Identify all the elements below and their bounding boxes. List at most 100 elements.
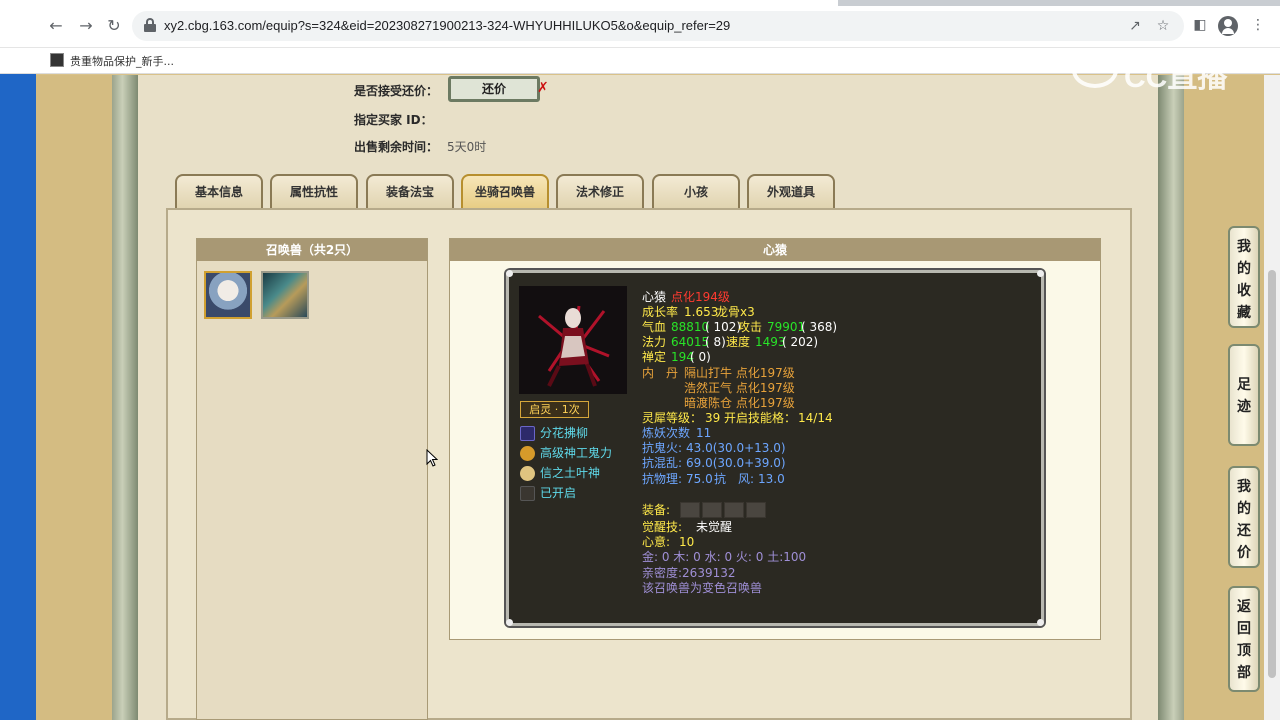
lingxi-level: 39 <box>705 411 721 425</box>
tab-attributes[interactable]: 属性抗性 <box>270 174 358 208</box>
footprint-button[interactable]: 足 迹 <box>1228 344 1260 446</box>
reload-icon[interactable]: ↻ <box>104 16 124 36</box>
side-button-char: 价 <box>1237 545 1251 561</box>
summon-list-panel: 召唤兽（共2只） <box>196 238 428 720</box>
remaining-time-label: 出售剩余时间： <box>354 140 439 154</box>
share-icon[interactable]: ↗ <box>1126 17 1144 35</box>
tab-spell-correction[interactable]: 法术修正 <box>556 174 644 208</box>
speed-value: 1493 <box>755 335 786 349</box>
attack-label: 攻击 <box>738 320 763 334</box>
spirit-tag: 启灵 · 1次 <box>520 401 589 418</box>
tab-appearance[interactable]: 外观道具 <box>747 174 835 208</box>
card-corner-ornament <box>506 619 513 626</box>
equip-slot[interactable] <box>702 502 722 518</box>
tab-children[interactable]: 小孩 <box>652 174 740 208</box>
summon-thumbnail-2[interactable] <box>261 271 309 319</box>
neidan-entry: 暗渡陈仓 点化197级 <box>684 396 795 410</box>
side-button-char: 收 <box>1237 283 1251 299</box>
mana-value: 64015 <box>671 335 710 349</box>
growth-value: 1.653 <box>684 305 719 319</box>
side-button-char: 的 <box>1237 501 1251 517</box>
url-text[interactable]: xy2.cbg.163.com/equip?s=324&eid=20230827… <box>164 18 730 33</box>
skill-slots-value: 14/14 <box>798 411 833 425</box>
skill-label[interactable]: 信之土叶神 <box>540 466 600 481</box>
bookmark-favicon-icon[interactable] <box>50 53 64 67</box>
skill-icon-purple[interactable] <box>520 426 535 441</box>
neidan-entry: 隔山打牛 点化197级 <box>684 366 795 380</box>
lingxi-label: 灵犀等级： <box>642 411 703 425</box>
sidebar-panel-icon[interactable]: ◧ <box>1190 15 1210 35</box>
growth-label: 成长率 <box>642 305 679 319</box>
refine-value: 11 <box>696 426 712 440</box>
counter-offer-button[interactable]: 还价 <box>448 76 540 102</box>
resist-chaos-value: 69.0(30.0+39.0) <box>686 456 786 470</box>
scrollbar-thumb[interactable] <box>1268 270 1276 678</box>
zen-label: 禅定 <box>642 350 667 364</box>
page-scrollbar[interactable] <box>1264 75 1280 720</box>
hp-extra: ( 102) <box>705 320 742 334</box>
side-button-char: 足 <box>1237 377 1251 393</box>
skill-icon-yellow[interactable] <box>520 466 535 481</box>
hp-label: 气血 <box>642 320 667 334</box>
summon-thumbnail-1[interactable] <box>204 271 252 319</box>
awaken-skill-label: 觉醒技: <box>642 520 683 534</box>
attack-extra: ( 368) <box>801 320 838 334</box>
card-corner-ornament <box>1037 619 1044 626</box>
skill-label[interactable]: 分花拂柳 <box>540 426 588 441</box>
tab-basic-info[interactable]: 基本信息 <box>175 174 263 208</box>
neidan-label: 内 丹 <box>642 366 679 380</box>
address-bar[interactable]: xy2.cbg.163.com/equip?s=324&eid=20230827… <box>132 11 1184 41</box>
back-to-top-button[interactable]: 返 回 顶 部 <box>1228 586 1260 692</box>
inactive-tab[interactable] <box>838 0 1280 6</box>
variant-note: 该召唤兽为变色召唤兽 <box>642 581 763 595</box>
heart-label: 心意: <box>642 535 671 549</box>
lock-icon[interactable] <box>144 18 156 32</box>
browser-toolbar: ← → ↻ xy2.cbg.163.com/equip?s=324&eid=20… <box>0 0 1280 48</box>
active-tab[interactable] <box>0 0 838 6</box>
more-menu-icon[interactable]: ⋮ <box>1248 15 1268 35</box>
skill-icon-dark[interactable] <box>520 486 535 501</box>
side-button-char: 藏 <box>1237 305 1251 321</box>
skill-slots-label: 开启技能格： <box>724 411 797 425</box>
side-button-char: 迹 <box>1237 399 1251 415</box>
close-icon[interactable]: ✗ <box>537 80 549 96</box>
equip-slot[interactable] <box>724 502 744 518</box>
equip-slot[interactable] <box>680 502 700 518</box>
left-decorative-border <box>112 75 138 720</box>
tab-equipment[interactable]: 装备法宝 <box>366 174 454 208</box>
profile-avatar-icon[interactable] <box>1218 16 1238 36</box>
left-edge-strip <box>0 0 36 720</box>
skill-label[interactable]: 高级神工鬼力 <box>540 446 612 461</box>
summon-list-header: 召唤兽（共2只） <box>197 239 427 261</box>
resist-wind-label: 抗 风: <box>714 472 755 486</box>
buyer-id-label: 指定买家 ID： <box>354 113 433 127</box>
forward-arrow-icon[interactable]: → <box>76 16 96 36</box>
accept-counter-label: 是否接受还价： <box>354 84 439 98</box>
skill-icon-gold[interactable] <box>520 446 535 461</box>
star-icon[interactable]: ☆ <box>1154 17 1172 35</box>
side-button-char: 返 <box>1237 599 1251 615</box>
speed-label: 速度 <box>726 335 751 349</box>
stream-watermark: CC直播 <box>1124 61 1228 94</box>
back-arrow-icon[interactable]: ← <box>46 16 66 36</box>
summon-portrait <box>519 286 627 394</box>
resist-fire-value: 43.0(30.0+13.0) <box>686 441 786 455</box>
bookmark-item[interactable]: 贵重物品保护_新手... <box>70 53 174 69</box>
card-corner-ornament <box>1037 270 1044 277</box>
resist-phys-label: 抗物理: <box>642 472 683 486</box>
my-counter-offers-button[interactable]: 我 的 还 价 <box>1228 466 1260 568</box>
side-button-char: 回 <box>1237 621 1251 637</box>
attack-value: 79901 <box>767 320 806 334</box>
elements-text: 金: 0 木: 0 水: 0 火: 0 土:100 <box>642 550 807 564</box>
side-button-char: 顶 <box>1237 643 1251 659</box>
tab-mounts-summons[interactable]: 坐骑召唤兽 <box>461 174 549 208</box>
card-corner-ornament <box>506 270 513 277</box>
equip-slot[interactable] <box>746 502 766 518</box>
skill-label[interactable]: 已开启 <box>540 486 576 501</box>
resist-wind-value: 13.0 <box>758 472 785 486</box>
my-favorites-button[interactable]: 我 的 收 藏 <box>1228 226 1260 328</box>
summon-detail-header: 心猿 <box>450 239 1100 261</box>
dragon-bone: 龙骨x3 <box>716 305 755 319</box>
refine-label: 炼妖次数 <box>642 426 691 440</box>
equip-label: 装备: <box>642 503 671 517</box>
